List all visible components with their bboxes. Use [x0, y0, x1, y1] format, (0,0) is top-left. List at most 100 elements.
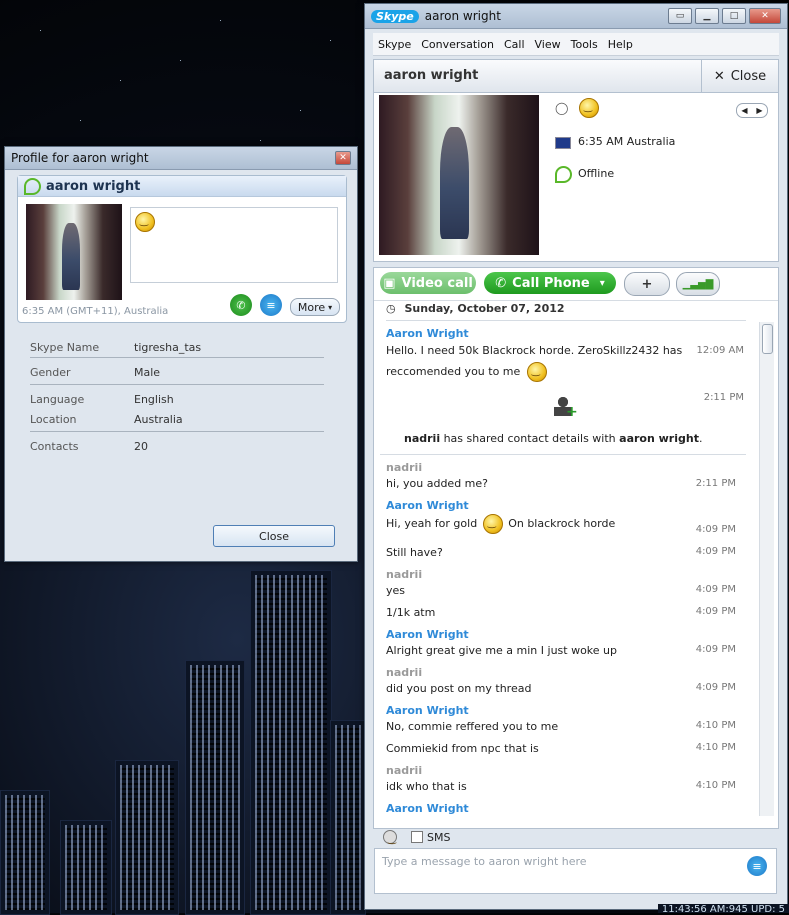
- field-value: tigresha_tas: [134, 341, 202, 354]
- field-value: Male: [134, 366, 161, 379]
- smiley-icon: [579, 98, 599, 118]
- close-button[interactable]: Close: [213, 525, 335, 547]
- call-icon[interactable]: ✆: [230, 294, 252, 316]
- msg-text: Alright great give me a min I just woke …: [386, 644, 618, 657]
- close-conversation-button[interactable]: ✕ Close: [701, 60, 778, 93]
- signal-quality-icon[interactable]: ▁▃▅▇: [676, 272, 720, 296]
- field-value: 20: [134, 440, 148, 453]
- menu-view[interactable]: View: [530, 38, 566, 51]
- msg-text: Hi, yeah for gold: [386, 517, 478, 530]
- smiley-icon: [482, 514, 503, 534]
- notice-text: has shared contact details with: [440, 432, 620, 445]
- msg-text: Hello. I need 50k Blackrock horde. ZeroS…: [386, 344, 683, 357]
- skype-status-icon: [24, 177, 41, 195]
- msg-text: On blackrock horde: [508, 517, 616, 530]
- skype-window-title: aaron wright: [424, 9, 501, 23]
- msg-text: idk who that is: [386, 780, 467, 793]
- chat-area: ◷ Sunday, October 07, 2012 Aaron Wright …: [376, 300, 760, 816]
- contact-photo: [379, 95, 539, 255]
- video-camera-icon: ▣: [383, 275, 396, 291]
- chat-icon[interactable]: ≡: [260, 294, 282, 316]
- chevron-right-icon[interactable]: ▶: [756, 106, 762, 115]
- skype-logo: Skype: [371, 9, 419, 23]
- menu-help[interactable]: Help: [603, 38, 638, 51]
- compose-toolbar: SMS: [373, 827, 776, 847]
- plus-icon: +: [566, 404, 578, 420]
- divider: [380, 454, 746, 455]
- add-button[interactable]: +: [624, 272, 670, 296]
- close-window-icon[interactable]: ✕: [335, 151, 351, 165]
- msg-text: yes: [386, 584, 406, 597]
- scrollbar-thumb[interactable]: [762, 324, 773, 354]
- msg-sender: nadrii: [386, 461, 423, 474]
- contact-status: Offline: [578, 167, 615, 180]
- more-button[interactable]: More ▾: [290, 298, 340, 316]
- chevron-down-icon[interactable]: ▾: [600, 278, 605, 289]
- msg-time: 2:11 PM: [703, 392, 744, 403]
- divider: [386, 320, 746, 321]
- contact-name: aaron wright: [384, 68, 479, 83]
- close-button-label: Close: [259, 529, 289, 543]
- smiley-icon: [526, 362, 547, 382]
- msg-time: 2:11 PM: [695, 478, 736, 489]
- send-icon[interactable]: ≡: [747, 856, 767, 876]
- menu-conversation[interactable]: Conversation: [416, 38, 499, 51]
- message-input[interactable]: Type a message to aaron wright here ≡: [374, 848, 777, 894]
- sms-label: SMS: [427, 830, 451, 844]
- profile-nav-arrows[interactable]: ◀ ▶: [736, 103, 768, 118]
- field-value: English: [134, 393, 174, 406]
- msg-time: 4:10 PM: [695, 742, 736, 753]
- profile-card: aaron wright 6:35 AM (GMT+11), Australia…: [17, 175, 347, 323]
- msg-text: reccomended you to me: [386, 365, 521, 378]
- msg-time: 4:10 PM: [695, 780, 736, 791]
- close-icon: ✕: [713, 69, 725, 84]
- sms-checkbox[interactable]: [411, 831, 423, 843]
- chevron-down-icon: ▾: [328, 302, 333, 312]
- speech-bubble-icon: ◯: [555, 101, 569, 115]
- maximize-icon[interactable]: □: [722, 8, 746, 24]
- msg-time: 4:10 PM: [695, 720, 736, 731]
- msg-line: Hi, yeah for gold On blackrock horde: [386, 514, 615, 534]
- msg-time: 4:09 PM: [695, 682, 736, 693]
- msg-line: reccomended you to me: [386, 362, 547, 382]
- offline-status-icon: [555, 166, 572, 183]
- conversation-header: aaron wright ✕ Close: [373, 59, 779, 94]
- profile-card-header: aaron wright: [18, 176, 346, 197]
- menu-call[interactable]: Call: [499, 38, 530, 51]
- msg-time: 4:09 PM: [695, 584, 736, 595]
- divider: [30, 384, 324, 385]
- field-value: Australia: [134, 413, 183, 426]
- smiley-icon: [135, 212, 155, 232]
- field-key: Skype Name: [30, 341, 100, 354]
- mood-message-box[interactable]: [130, 207, 338, 283]
- field-language: Language English: [30, 393, 324, 406]
- notice-end: .: [698, 432, 703, 445]
- field-gender: Gender Male: [30, 366, 324, 379]
- msg-text: Commiekid from npc that is: [386, 742, 539, 755]
- msg-sender: Aaron Wright: [386, 499, 469, 512]
- local-time-text: 6:35 AM (GMT+11), Australia: [22, 306, 169, 317]
- msg-sender: nadrii: [386, 568, 423, 581]
- field-contacts: Contacts 20: [30, 440, 324, 453]
- close-conversation-label: Close: [730, 69, 767, 84]
- message-input-placeholder: Type a message to aaron wright here: [382, 855, 587, 868]
- minimize-icon[interactable]: ▁: [695, 8, 719, 24]
- emoticon-icon[interactable]: [383, 830, 397, 845]
- msg-sender: Aaron Wright: [386, 704, 469, 717]
- field-skype-name: Skype Name tigresha_tas: [30, 341, 324, 354]
- field-key: Location: [30, 413, 77, 426]
- chevron-left-icon[interactable]: ◀: [741, 106, 747, 115]
- menu-tools[interactable]: Tools: [566, 38, 603, 51]
- msg-time: 4:09 PM: [695, 606, 736, 617]
- call-phone-button[interactable]: ✆ Call Phone ▾: [484, 272, 616, 294]
- video-call-button[interactable]: ▣ Video call: [380, 272, 476, 294]
- menu-skype[interactable]: Skype: [373, 38, 416, 51]
- restore-icon[interactable]: ▭: [668, 8, 692, 24]
- profile-card-name: aaron wright: [46, 178, 141, 194]
- close-window-icon[interactable]: ✕: [749, 8, 781, 24]
- msg-text: 1/1k atm: [386, 606, 436, 619]
- divider: [30, 357, 324, 358]
- msg-time: 4:09 PM: [695, 524, 736, 535]
- msg-sender: nadrii: [386, 764, 423, 777]
- chat-scrollbar[interactable]: [759, 322, 774, 816]
